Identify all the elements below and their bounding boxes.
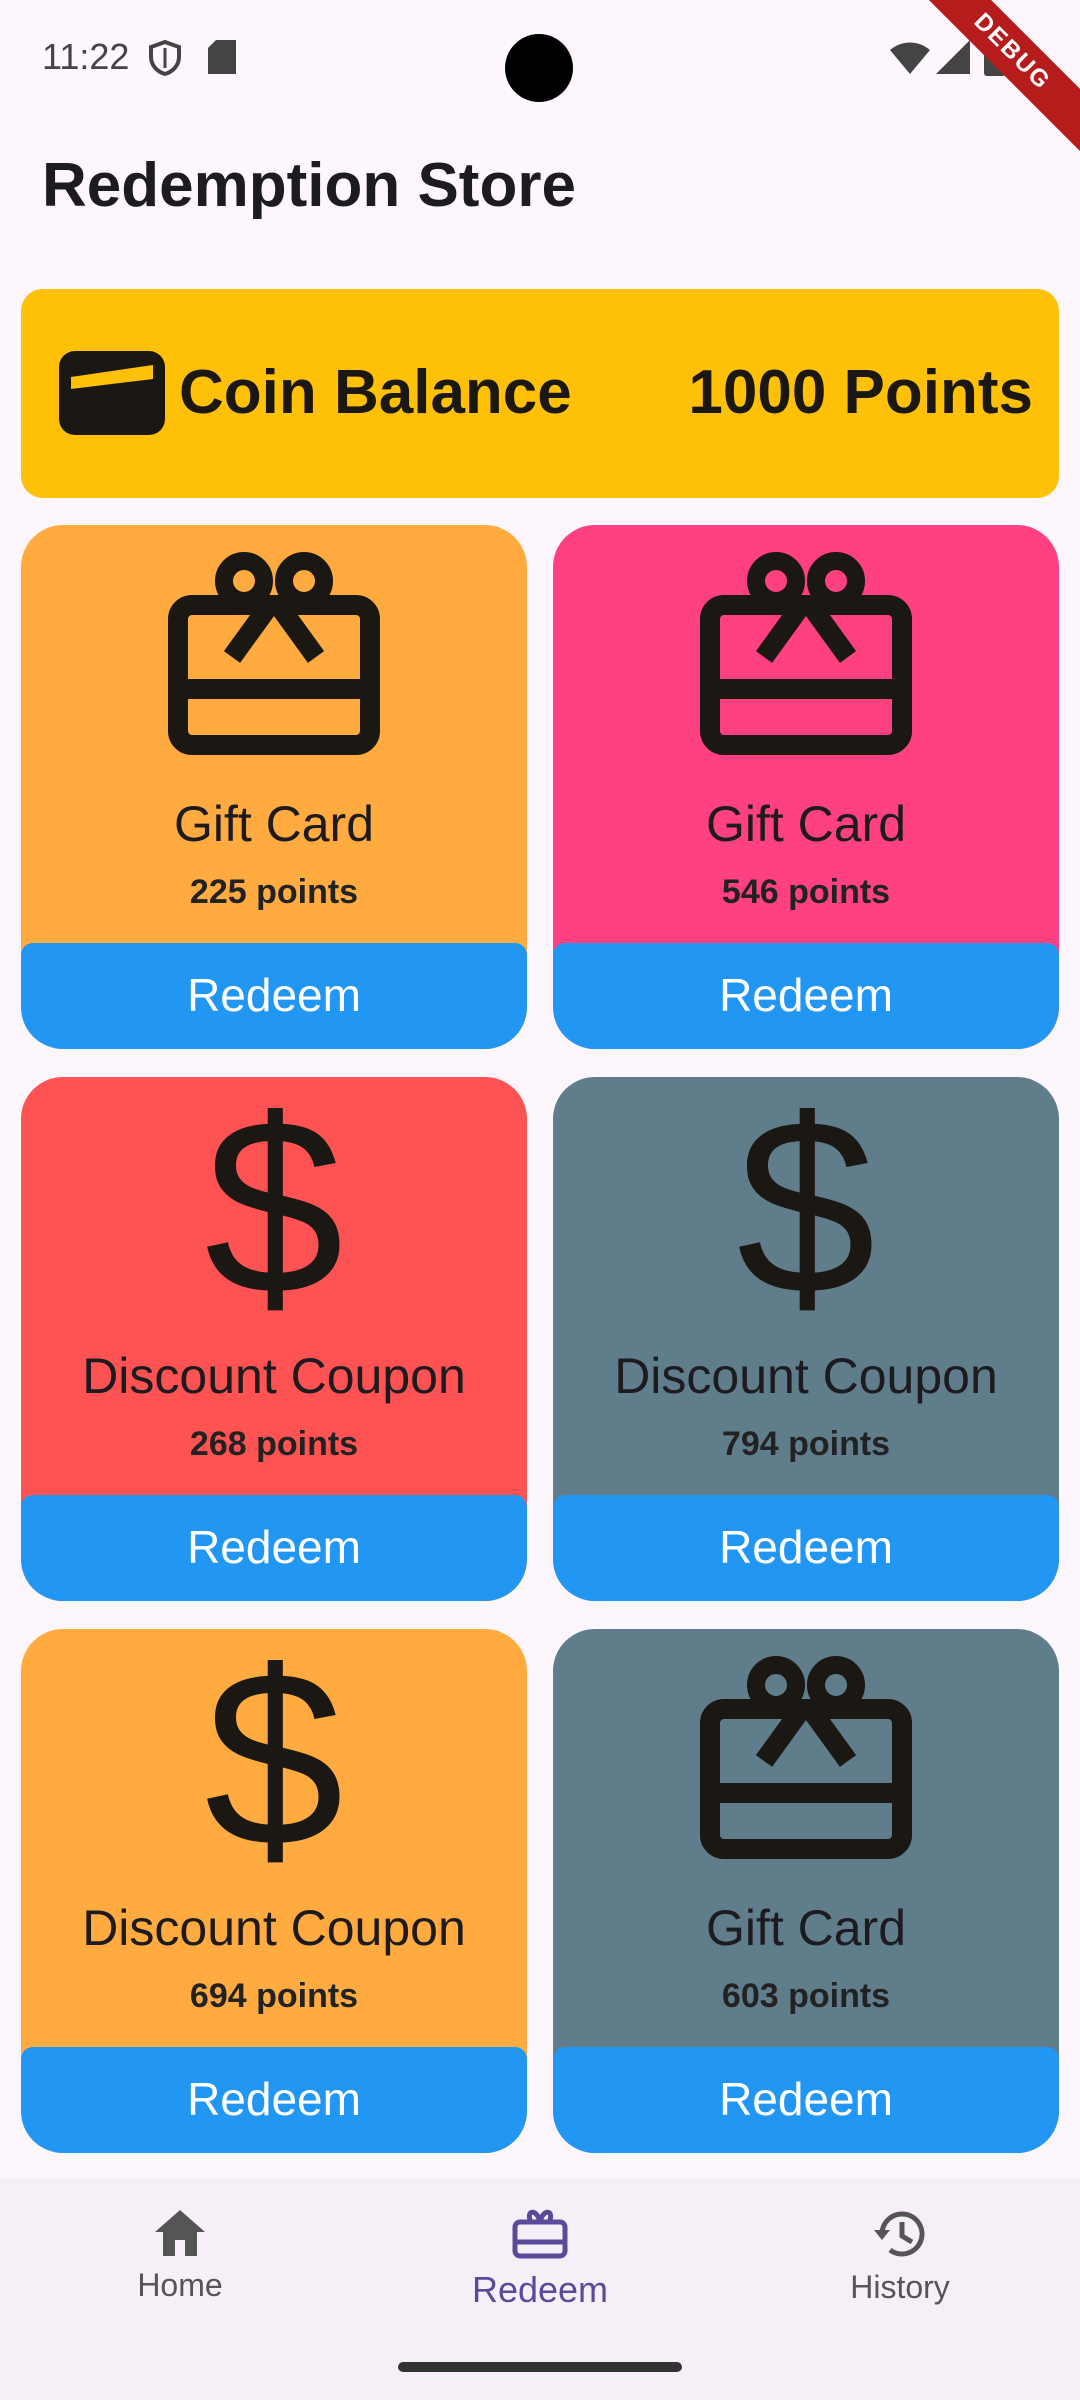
svg-text:$: $ [204, 1653, 343, 1863]
reward-points: 225 points [189, 873, 359, 911]
redeem-button[interactable]: Redeem [21, 1495, 527, 1601]
redeem-button[interactable]: Redeem [553, 943, 1059, 1049]
reward-title: Gift Card [705, 1900, 907, 1956]
reward-points: 268 points [189, 1425, 359, 1463]
history-icon [872, 2211, 928, 2264]
reward-card: $ Discount Coupon 694 points Redeem [21, 1629, 527, 2153]
wallet-icon [57, 349, 167, 442]
nav-item-home[interactable]: Home [80, 2208, 280, 2304]
sd-card-icon [208, 40, 236, 79]
redeem-button[interactable]: Redeem [21, 943, 527, 1049]
gift-card-icon [553, 549, 1059, 764]
nav-item-redeem[interactable]: Redeem [440, 2208, 640, 2311]
page-title: Redemption Store [42, 151, 576, 220]
reward-title: Discount Coupon [82, 1900, 466, 1956]
reward-title: Discount Coupon [614, 1348, 998, 1404]
dollar-icon: $ [21, 1077, 527, 1346]
coin-balance-card: Coin Balance 1000 Points [21, 289, 1059, 498]
home-icon [153, 2210, 207, 2262]
nav-label-redeem: Redeem [471, 2269, 609, 2310]
reward-points: 694 points [189, 1977, 359, 2015]
reward-card: Gift Card 603 points Redeem [553, 1629, 1059, 2153]
reward-points: 794 points [721, 1425, 891, 1463]
reward-card: Gift Card 225 points Redeem [21, 525, 527, 1049]
nav-label-home: Home [137, 2267, 223, 2303]
redeem-button[interactable]: Redeem [553, 1495, 1059, 1601]
nav-label-history: History [850, 2269, 950, 2305]
camera-cutout [505, 34, 573, 102]
shield-icon [148, 39, 182, 81]
gift-card-icon [21, 549, 527, 764]
home-indicator [398, 2362, 682, 2372]
reward-card: $ Discount Coupon 794 points Redeem [553, 1077, 1059, 1601]
redeem-button[interactable]: Redeem [21, 2047, 527, 2153]
balance-label: Coin Balance [179, 358, 572, 427]
redeem-icon [511, 2209, 569, 2264]
reward-card: $ Discount Coupon 268 points Redeem [21, 1077, 527, 1601]
status-bar: 11:22 DEBUG [0, 0, 1080, 160]
reward-points: 603 points [721, 1977, 891, 2015]
status-time: 11:22 [42, 36, 130, 77]
redeem-button[interactable]: Redeem [553, 2047, 1059, 2153]
reward-points: 546 points [721, 873, 891, 911]
balance-value: 1000 Points [688, 358, 1033, 427]
svg-text:$: $ [204, 1101, 343, 1311]
signal-icon [936, 40, 970, 79]
dollar-icon: $ [21, 1629, 527, 1898]
reward-title: Gift Card [173, 796, 375, 852]
wifi-icon [890, 42, 930, 79]
dollar-icon: $ [553, 1077, 1059, 1346]
reward-card: Gift Card 546 points Redeem [553, 525, 1059, 1049]
reward-title: Gift Card [705, 796, 907, 852]
nav-item-history[interactable]: History [800, 2208, 1000, 2306]
reward-title: Discount Coupon [82, 1348, 466, 1404]
svg-text:$: $ [736, 1101, 875, 1311]
gift-card-icon [553, 1653, 1059, 1868]
